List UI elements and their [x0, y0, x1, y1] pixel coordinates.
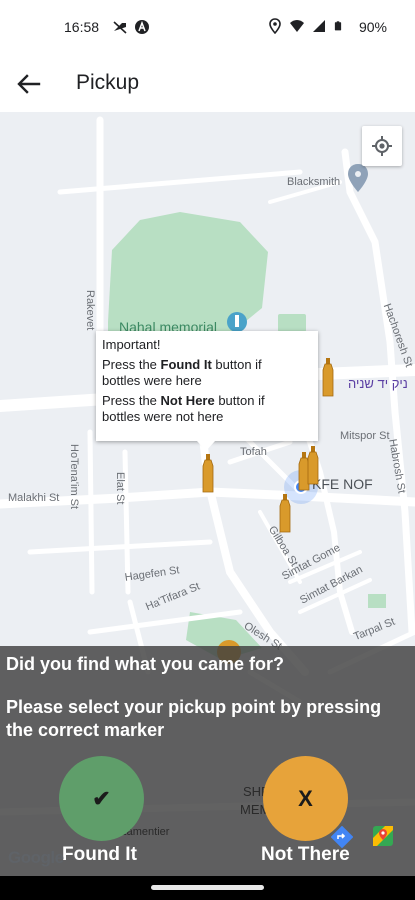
map-label: Tofah	[240, 446, 267, 458]
popup-line: bottles were here	[102, 373, 202, 388]
x-icon: X	[298, 785, 313, 811]
bottle-marker[interactable]	[278, 494, 292, 534]
status-time: 16:58	[64, 19, 100, 35]
arrow-back-icon[interactable]	[14, 70, 44, 98]
park-area	[368, 594, 386, 608]
no-signal-icon	[113, 21, 127, 34]
google-maps-icon[interactable]	[371, 824, 395, 848]
app-bar: Pickup	[0, 56, 415, 112]
wifi-icon	[290, 20, 304, 32]
popup-line: Press the Not Here button if	[102, 393, 265, 408]
map-label: Blacksmith	[287, 176, 341, 188]
instruction-text: Please select your pickup point by press…	[6, 697, 382, 740]
map-label: Rakevet	[84, 290, 96, 331]
found-it-label[interactable]: Found It	[62, 844, 137, 866]
found-it-button[interactable]: ✔	[59, 756, 144, 841]
map-label: Malakhi St	[8, 492, 60, 504]
popup-heading: Important!	[102, 337, 161, 352]
my-location-button[interactable]	[362, 126, 402, 166]
location-pin-icon	[269, 18, 281, 34]
status-battery: 90%	[358, 19, 387, 35]
check-icon: ✔	[92, 785, 111, 811]
popup-line: bottles were not here	[102, 409, 224, 424]
park-area	[278, 314, 306, 332]
crosshair-icon	[372, 136, 392, 156]
page-title: Pickup	[76, 71, 140, 94]
a-icon	[135, 20, 149, 34]
google-logo: Google	[8, 848, 64, 867]
home-gesture-handle[interactable]	[151, 885, 264, 890]
bottle-marker[interactable]	[201, 454, 215, 494]
info-popup: Important! Press the Found It button if …	[96, 331, 318, 441]
popup-line: Press the Found It button if	[102, 357, 262, 372]
map-label: Mitspor St	[340, 430, 390, 442]
map-label: ניק יד שניה	[348, 376, 408, 391]
status-icons-right	[267, 18, 343, 34]
status-icons-left	[112, 19, 150, 35]
popup-tail	[197, 441, 215, 451]
status-bar: 16:58 90%	[0, 0, 415, 56]
map-label: HoTena'im St	[68, 444, 80, 510]
bottle-marker[interactable]	[321, 358, 335, 398]
map-label: Elat St	[114, 472, 126, 505]
directions-icon[interactable]	[331, 826, 353, 848]
question-text: Did you find what you came for?	[6, 654, 285, 674]
system-navigation-bar	[0, 876, 415, 900]
bottle-marker[interactable]	[306, 446, 320, 486]
signal-icon	[313, 20, 325, 32]
battery-icon	[334, 21, 342, 31]
map-label: KFE NOF	[312, 476, 373, 492]
